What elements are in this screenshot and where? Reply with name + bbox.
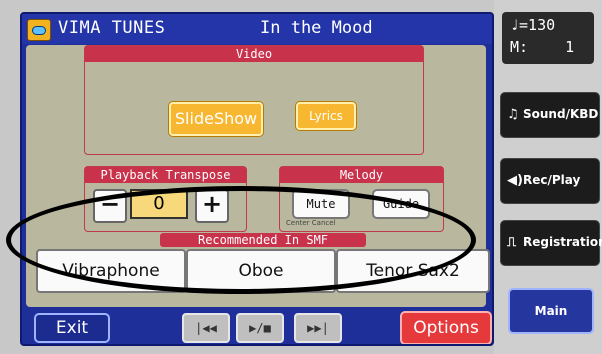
melody-header: Melody (280, 167, 443, 183)
content-panel: Video SlideShow Lyrics Playback Transpos… (26, 45, 490, 307)
vima-tunes-icon (27, 19, 51, 41)
playback-transpose-header: Playback Transpose (85, 167, 246, 183)
title-bar: VIMA TUNES In the Mood (22, 14, 492, 44)
next-button[interactable]: ▶▶| (294, 313, 342, 343)
options-button[interactable]: Options (400, 311, 492, 344)
transpose-value: 0 (130, 189, 188, 219)
smf-item-tenor-sax2[interactable]: Tenor Sax2 (336, 249, 490, 293)
play-stop-button[interactable]: ▶/■ (236, 313, 284, 343)
sound-kbd-button[interactable]: ♫ Sound/KBD (500, 92, 600, 138)
mute-button[interactable]: Mute (292, 189, 350, 219)
rec-play-button[interactable]: ◀) Rec/Play (500, 158, 600, 204)
tempo-value: =130 (519, 16, 556, 34)
device-frame: VIMA TUNES In the Mood Video SlideShow L… (0, 0, 602, 354)
transpose-minus-button[interactable]: − (93, 189, 127, 223)
video-group: Video SlideShow Lyrics (84, 45, 424, 155)
exit-button[interactable]: Exit (34, 313, 110, 343)
melody-group: Melody Mute Guide Center Cancel (279, 166, 444, 232)
smf-item-vibraphone[interactable]: Vibraphone (36, 249, 186, 293)
measure-label: M: (510, 38, 529, 56)
previous-button[interactable]: |◀◀ (182, 313, 230, 343)
recommended-smf-header: Recommended In SMF (160, 233, 366, 247)
sound-kbd-label: Sound/KBD (523, 107, 599, 121)
footer-bar: Exit |◀◀ ▶/■ ▶▶| Options (22, 310, 492, 344)
center-cancel-label: Center Cancel (286, 219, 336, 227)
registration-label: Registration (523, 235, 602, 249)
video-header: Video (85, 46, 423, 62)
tempo-display: ♩=130 M: 1 (502, 12, 594, 64)
rec-play-label: Rec/Play (523, 173, 581, 187)
app-title: VIMA TUNES (58, 18, 166, 38)
registration-button[interactable]: ⎍ Registration (500, 220, 602, 266)
guide-button[interactable]: Guide (372, 189, 430, 219)
measure-value: 1 (565, 38, 575, 56)
main-screen: VIMA TUNES In the Mood Video SlideShow L… (20, 12, 494, 346)
lyrics-button[interactable]: Lyrics (296, 102, 356, 130)
right-sidebar: ♩=130 M: 1 ♫ Sound/KBD ◀) Rec/Play ⎍ Reg… (494, 0, 602, 354)
playback-transpose-group: Playback Transpose − 0 + (84, 166, 247, 232)
book-icon: ⎍ (507, 235, 517, 250)
music-notes-icon: ♫ (507, 107, 519, 122)
smf-item-oboe[interactable]: Oboe (186, 249, 336, 293)
slideshow-button[interactable]: SlideShow (169, 102, 263, 136)
song-title: In the Mood (260, 18, 373, 38)
speaker-icon: ◀) (507, 173, 523, 188)
main-button[interactable]: Main (508, 288, 594, 334)
transpose-plus-button[interactable]: + (195, 189, 229, 223)
quarter-note-icon: ♩ (510, 16, 520, 34)
